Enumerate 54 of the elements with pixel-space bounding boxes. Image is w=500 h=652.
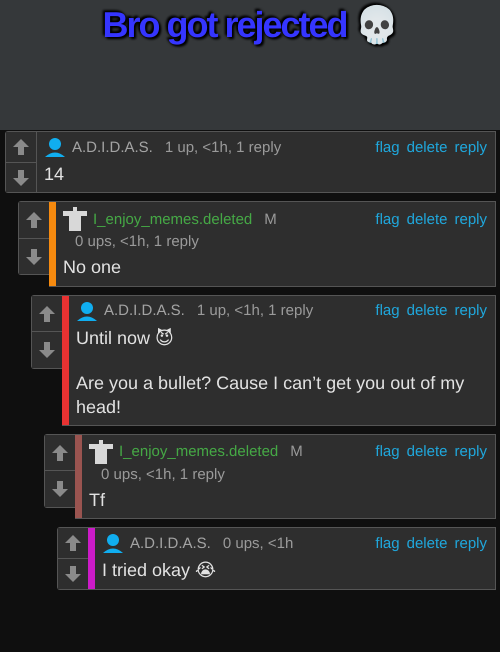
action-link[interactable]: delete bbox=[406, 443, 448, 460]
action-link[interactable]: flag bbox=[375, 210, 400, 228]
username[interactable]: I_enjoy_memes.deleted bbox=[119, 443, 278, 460]
down-arrow-icon bbox=[64, 564, 82, 583]
t-shape-icon bbox=[89, 440, 113, 464]
action-link[interactable]: flag bbox=[375, 138, 400, 156]
action-link[interactable]: flag bbox=[375, 443, 400, 460]
username[interactable]: A.D.I.D.A.S. bbox=[72, 138, 153, 156]
up-arrow-icon bbox=[38, 304, 56, 323]
comment-meta: 1 up, <1h, 1 reply bbox=[196, 302, 314, 320]
user-icon bbox=[76, 300, 98, 321]
downvote-button[interactable] bbox=[32, 331, 62, 368]
comment-text: Tf bbox=[89, 488, 106, 512]
up-arrow-icon bbox=[64, 534, 82, 552]
t-shape-icon bbox=[63, 207, 87, 232]
comment-meta: 0 ups, <1h, 1 reply bbox=[74, 233, 200, 250]
action-link[interactable]: reply bbox=[454, 210, 487, 228]
up-arrow-icon bbox=[25, 211, 43, 230]
down-arrow-icon bbox=[12, 168, 30, 187]
mod-label: M bbox=[290, 443, 303, 460]
username[interactable]: I_enjoy_memes.deleted bbox=[93, 210, 252, 228]
action-link[interactable]: flag bbox=[375, 302, 400, 320]
username[interactable]: A.D.I.D.A.S. bbox=[104, 302, 185, 320]
action-link[interactable]: reply bbox=[454, 138, 487, 156]
action-link[interactable]: delete bbox=[406, 302, 448, 320]
comment-meta: 1 up, <1h, 1 reply bbox=[164, 138, 282, 156]
user-icon bbox=[44, 137, 66, 157]
mod-label: M bbox=[264, 210, 277, 228]
meme-caption: Bro got rejected 💀 bbox=[102, 4, 398, 46]
down-arrow-icon bbox=[25, 248, 43, 266]
downvote-button[interactable] bbox=[19, 238, 49, 274]
comment-meta: 0 ups, <1h bbox=[222, 534, 294, 552]
down-arrow-icon bbox=[51, 480, 69, 498]
action-link[interactable]: reply bbox=[454, 302, 487, 320]
up-arrow-icon bbox=[51, 444, 69, 462]
action-link[interactable]: delete bbox=[406, 138, 448, 156]
downvote-button[interactable] bbox=[6, 162, 36, 192]
action-link[interactable]: flag bbox=[375, 534, 400, 552]
action-link[interactable]: delete bbox=[406, 534, 448, 552]
action-link[interactable]: reply bbox=[454, 443, 487, 460]
comment-meta: 0 ups, <1h, 1 reply bbox=[100, 466, 226, 483]
up-arrow-icon bbox=[12, 138, 30, 156]
username[interactable]: A.D.I.D.A.S. bbox=[130, 534, 211, 552]
comment-text: Are you a bullet? Cause I can’t get you out of my head! bbox=[76, 372, 466, 419]
action-link[interactable]: delete bbox=[406, 210, 448, 228]
downvote-button[interactable] bbox=[58, 558, 88, 589]
user-icon bbox=[102, 533, 124, 554]
comment-text: Until now 😈 bbox=[76, 326, 175, 350]
downvote-button[interactable] bbox=[45, 470, 75, 507]
down-arrow-icon bbox=[38, 341, 56, 360]
comment-text: No one bbox=[63, 256, 122, 280]
action-link[interactable]: reply bbox=[454, 534, 487, 552]
comment-text: I tried okay 😭 bbox=[102, 559, 218, 582]
comment-text: 14 bbox=[44, 163, 66, 186]
